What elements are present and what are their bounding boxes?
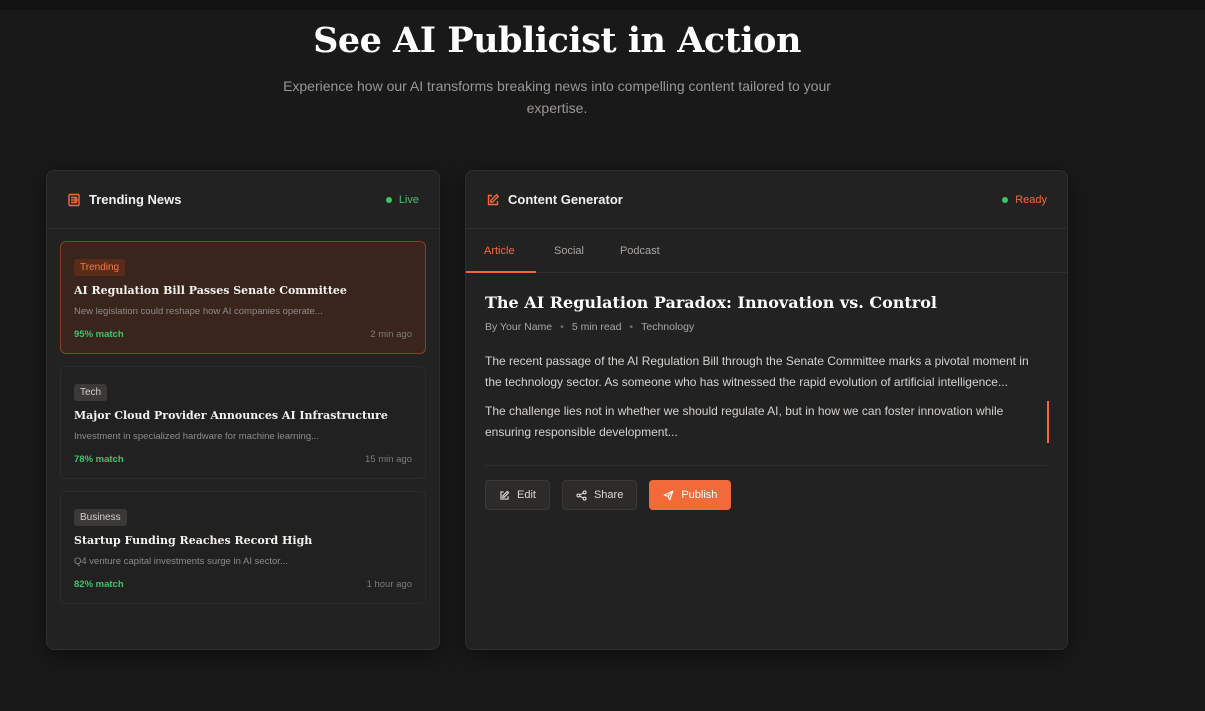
news-meta: 82% match 1 hour ago (74, 579, 412, 590)
trending-news-title-group: Trending News (67, 192, 181, 207)
action-bar: Edit Share Publish (466, 466, 1067, 524)
hero-title: See AI Publicist in Action (313, 20, 801, 61)
pencil-icon (499, 490, 510, 501)
match-score: 95% match (74, 329, 124, 340)
tab-article[interactable]: Article (466, 229, 536, 273)
newspaper-icon (67, 193, 81, 207)
edit-icon (486, 193, 500, 207)
content-generator-title-group: Content Generator (486, 192, 623, 207)
news-card[interactable]: Trending AI Regulation Bill Passes Senat… (60, 241, 426, 354)
live-label: Live (398, 193, 419, 206)
ready-label: Ready (1015, 193, 1047, 206)
news-tag: Tech (74, 384, 108, 401)
news-description: Investment in specialized hardware for m… (74, 431, 320, 442)
byline-separator: • (629, 321, 634, 333)
content-generator-header: Content Generator Ready (466, 171, 1067, 229)
article-title: The AI Regulation Paradox: Innovation vs… (485, 293, 937, 312)
article-author: By Your Name (485, 321, 553, 333)
share-button[interactable]: Share (561, 480, 638, 510)
top-strip (0, 0, 1205, 10)
trending-news-panel: Trending News Live Trending AI Regulatio… (46, 170, 440, 650)
tab-podcast[interactable]: Podcast (602, 229, 678, 272)
news-tag: Business (74, 509, 127, 526)
byline-separator: • (560, 321, 564, 333)
news-meta: 78% match 15 min ago (74, 454, 412, 465)
match-score: 82% match (74, 579, 124, 590)
ready-status: Ready (1002, 194, 1047, 206)
share-label: Share (593, 489, 624, 501)
content-tabs: Article Social Podcast (466, 229, 1067, 273)
panel-title: Trending News (89, 192, 182, 207)
trending-news-header: Trending News Live (47, 171, 439, 229)
article-preview: The AI Regulation Paradox: Innovation vs… (466, 273, 1067, 443)
edit-label: Edit (517, 489, 536, 501)
news-title: Startup Funding Reaches Record High (74, 534, 313, 547)
article-paragraph: The recent passage of the AI Regulation … (485, 354, 1029, 389)
news-time: 15 min ago (364, 454, 412, 465)
news-description: Q4 venture capital investments surge in … (74, 556, 288, 567)
match-score: 78% match (74, 454, 124, 465)
news-card[interactable]: Business Startup Funding Reaches Record … (60, 491, 426, 604)
news-card[interactable]: Tech Major Cloud Provider Announces AI I… (60, 366, 426, 479)
ready-dot-icon (1002, 196, 1009, 203)
news-title: Major Cloud Provider Announces AI Infras… (74, 409, 388, 422)
live-status: Live (385, 193, 419, 206)
content-generator-panel: Content Generator Ready Article Social P… (465, 170, 1068, 650)
news-time: 1 hour ago (366, 579, 412, 590)
news-description: New legislation could reshape how AI com… (74, 306, 323, 317)
share-icon (576, 489, 587, 501)
news-title: AI Regulation Bill Passes Senate Committ… (74, 284, 347, 297)
publish-button[interactable]: Publish (649, 480, 732, 510)
live-dot-icon (385, 196, 392, 203)
news-meta: 95% match 2 min ago (74, 329, 412, 340)
article-paragraph-highlighted: The challenge lies not in whether we sho… (485, 401, 1049, 443)
publish-label: Publish (681, 489, 718, 501)
article-byline: By Your Name • 5 min read • Technology (485, 321, 1047, 333)
edit-button[interactable]: Edit (485, 480, 550, 510)
send-icon (663, 490, 674, 501)
tab-social[interactable]: Social (536, 229, 602, 272)
panel-title: Content Generator (508, 192, 623, 207)
hero-subtitle: Experience how our AI transforms breakin… (283, 78, 831, 116)
article-read-time: 5 min read (571, 321, 622, 333)
article-category: Technology (641, 321, 695, 333)
news-list: Trending AI Regulation Bill Passes Senat… (47, 229, 439, 604)
news-time: 2 min ago (370, 329, 412, 340)
news-tag: Trending (74, 259, 126, 276)
